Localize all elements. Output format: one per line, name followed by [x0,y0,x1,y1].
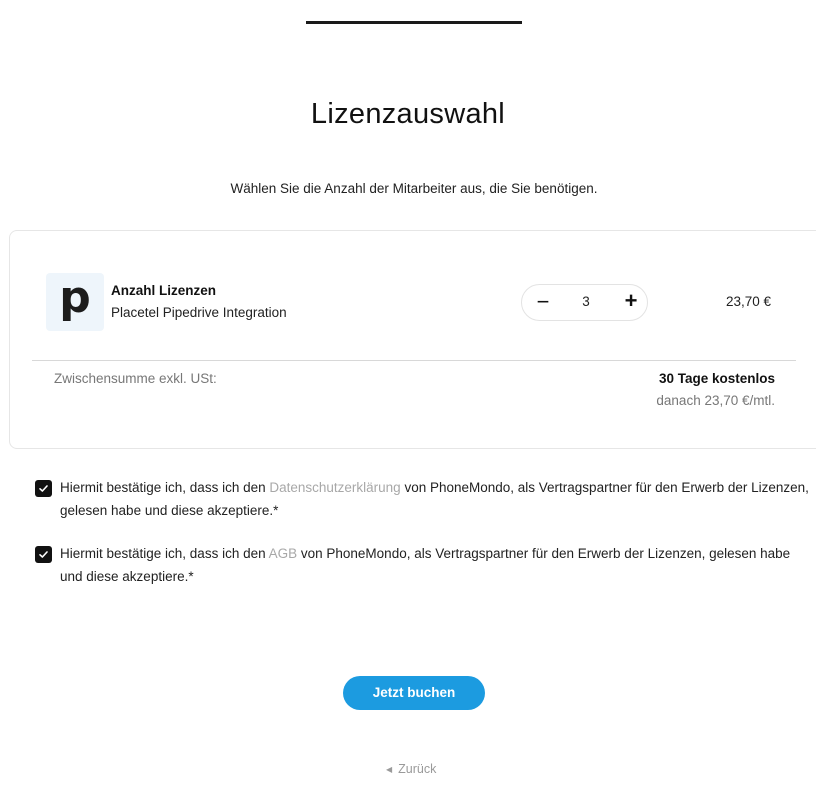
trial-text: 30 Tage kostenlos [658,371,775,386]
check-icon [39,485,48,492]
quantity-stepper: − 3 + [521,284,648,321]
privacy-consent-checkbox[interactable] [35,480,52,497]
page-subtitle: Wählen Sie die Anzahl der Mitarbeiter au… [230,181,598,196]
increase-button[interactable]: + [620,290,642,312]
card-divider [32,360,796,361]
privacy-consent-text: Hiermit bestätige ich, dass ich den Date… [60,477,810,522]
decrease-button[interactable]: − [532,291,554,313]
chevron-left-icon: ◀ [386,765,393,774]
product-name: Anzahl Lizenzen [111,283,217,298]
terms-consent-text: Hiermit bestätige ich, dass ich den AGB … [60,543,810,588]
progress-indicator-bar [306,21,522,24]
privacy-policy-link[interactable]: Datenschutzerklärung [269,480,400,495]
subtotal-label: Zwischensumme exkl. USt: [54,371,217,386]
terms-link[interactable]: AGB [269,546,298,561]
terms-consent-checkbox[interactable] [35,546,52,563]
consent-prefix: Hiermit bestätige ich, dass ich den [60,480,270,495]
pipedrive-logo-letter: p [59,272,91,323]
check-icon [39,551,48,558]
page-title: Lizenzauswahl [310,98,506,130]
privacy-consent: Hiermit bestätige ich, dass ich den Date… [35,477,809,523]
back-link[interactable]: ◀ Zurück [386,762,436,776]
license-card [9,230,816,449]
consent-prefix: Hiermit bestätige ich, dass ich den [60,546,269,561]
product-logo: p [46,273,104,331]
product-description: Placetel Pipedrive Integration [111,305,287,320]
product-price: 23,70 € [725,294,771,309]
quantity-value[interactable]: 3 [566,294,606,309]
after-trial-price: danach 23,70 €/mtl. [656,393,775,408]
book-now-button[interactable]: Jetzt buchen [343,676,485,710]
back-label: Zurück [398,762,437,776]
terms-consent: Hiermit bestätige ich, dass ich den AGB … [35,543,805,589]
